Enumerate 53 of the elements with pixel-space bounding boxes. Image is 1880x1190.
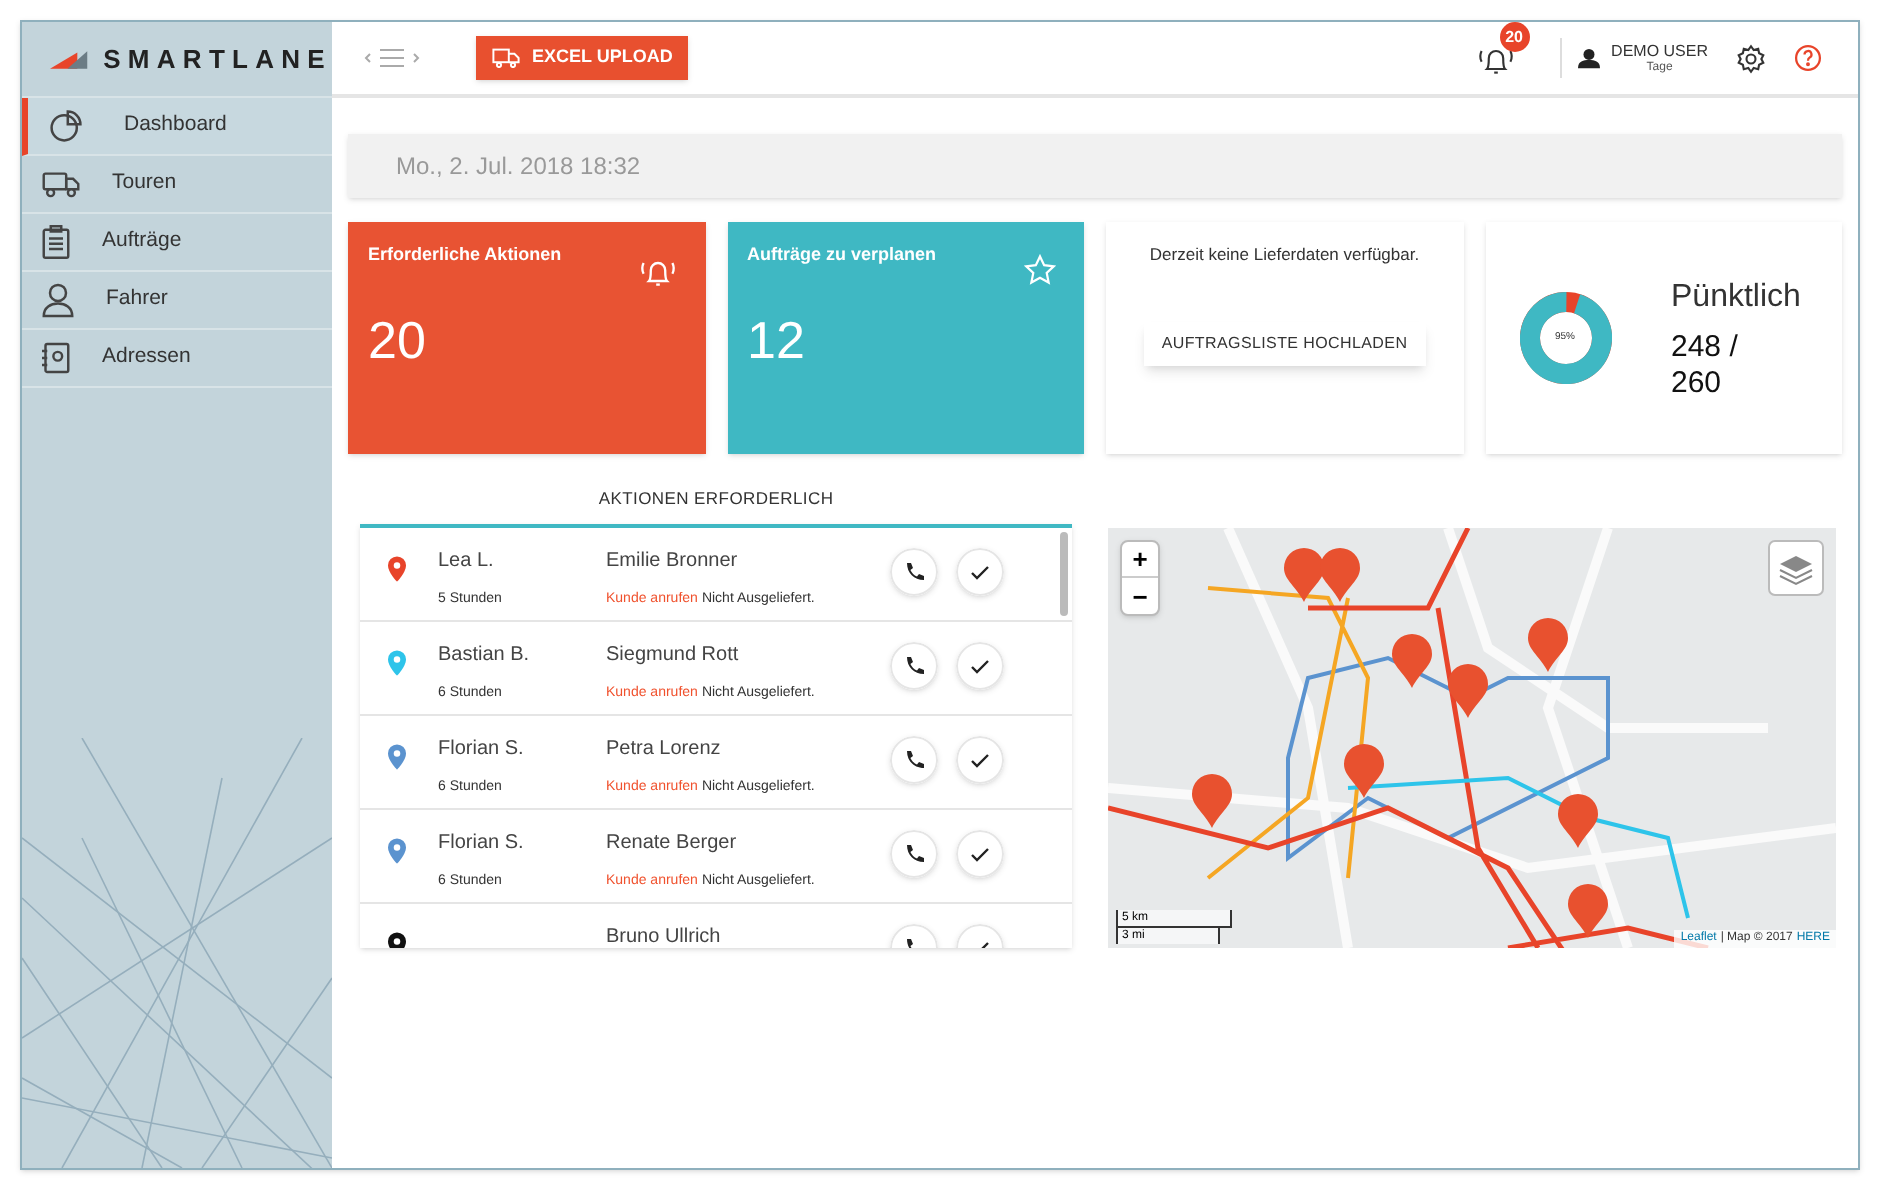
person-icon bbox=[42, 282, 74, 318]
sidebar-item[interactable]: Adressen bbox=[22, 330, 332, 388]
driver-name: Lea L. bbox=[438, 548, 496, 576]
customer-name: Emilie Bronner bbox=[606, 548, 740, 576]
card-title: Erforderliche Aktionen bbox=[368, 242, 564, 268]
brand-name: SMARTLANE bbox=[103, 41, 332, 78]
star-icon bbox=[1024, 254, 1056, 286]
address-book-icon bbox=[42, 342, 70, 374]
info-message: Derzeit keine Lieferdaten verfügbar. bbox=[1149, 242, 1420, 268]
notification-badge: 20 bbox=[1499, 22, 1530, 52]
zoom-out-button[interactable]: − bbox=[1122, 578, 1158, 614]
pie-chart-icon bbox=[48, 108, 84, 144]
layers-icon[interactable] bbox=[1768, 540, 1824, 596]
phone-button[interactable] bbox=[890, 548, 938, 596]
phone-button[interactable] bbox=[890, 642, 938, 690]
excel-upload-button[interactable]: EXCEL UPLOAD bbox=[476, 36, 689, 80]
phone-button[interactable] bbox=[890, 830, 938, 878]
truck-icon bbox=[42, 170, 80, 198]
driver-name: Florian S. bbox=[438, 830, 526, 858]
user-name[interactable]: DEMO USER bbox=[1611, 43, 1708, 59]
card-title: Aufträge zu verplanen bbox=[747, 242, 939, 268]
donut-chart bbox=[1519, 292, 1611, 384]
user-icon bbox=[1577, 47, 1600, 69]
truck-icon bbox=[492, 48, 520, 68]
help-icon[interactable] bbox=[1794, 44, 1822, 72]
phone-button[interactable] bbox=[890, 736, 938, 784]
card-value: 20 bbox=[368, 307, 428, 373]
sidebar-item[interactable]: Aufträge bbox=[22, 214, 332, 272]
check-button[interactable] bbox=[956, 830, 1004, 878]
customer-name: Renate Berger bbox=[606, 830, 739, 858]
sidebar-item[interactable]: Touren bbox=[22, 156, 332, 214]
card-value: 248 / 260 bbox=[1671, 330, 1740, 402]
check-button[interactable] bbox=[956, 736, 1004, 784]
sidebar-item[interactable]: Fahrer bbox=[22, 272, 332, 330]
scrollbar-thumb[interactable] bbox=[1060, 532, 1068, 616]
settings-icon[interactable] bbox=[1736, 43, 1766, 73]
date-bar: Mo., 2. Jul. 2018 18:32 bbox=[348, 134, 1842, 198]
check-button[interactable] bbox=[956, 642, 1004, 690]
check-button[interactable] bbox=[956, 548, 1004, 596]
clipboard-icon bbox=[42, 224, 70, 260]
zoom-in-button[interactable]: + bbox=[1122, 542, 1158, 578]
card-title: Pünktlich bbox=[1671, 278, 1801, 318]
customer-name: Siegmund Rott bbox=[606, 642, 741, 670]
card-value: 12 bbox=[747, 307, 807, 373]
driver-name: Bastian B. bbox=[438, 642, 532, 670]
section-title: AKTIONEN ERFORDERLICH bbox=[596, 486, 836, 512]
sidebar-item[interactable]: Dashboard bbox=[22, 98, 332, 156]
stat-card[interactable]: Erforderliche Aktionen 20 bbox=[348, 222, 705, 454]
driver-name: Florian S. bbox=[438, 736, 526, 764]
customer-name: Petra Lorenz bbox=[606, 736, 723, 764]
upload-list-button[interactable]: AUFTRAGSLISTE HOCHLADEN bbox=[1143, 321, 1426, 366]
customer-name: Bruno Ullrich bbox=[606, 924, 723, 948]
menu-icon[interactable] bbox=[364, 46, 420, 70]
